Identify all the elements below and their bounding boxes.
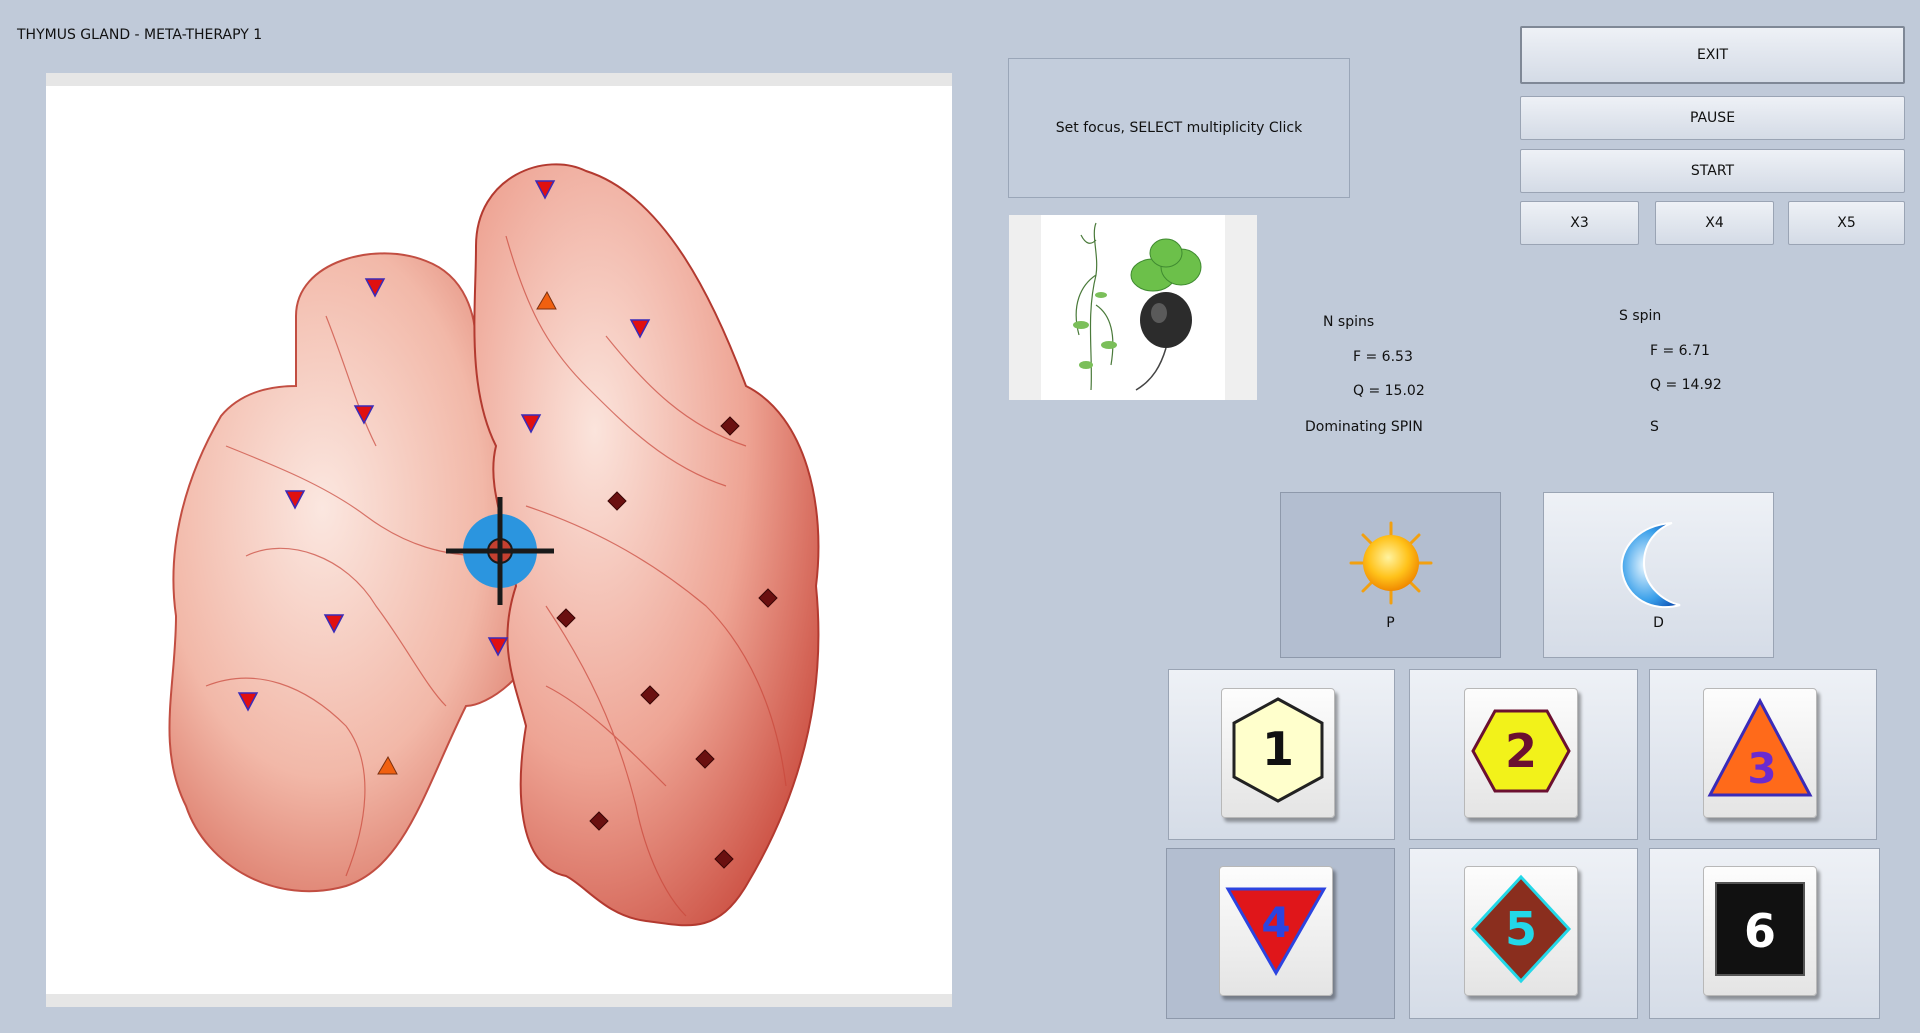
level-1-button[interactable]: 1 [1168, 669, 1395, 840]
s-spin-title: S spin [1619, 308, 1662, 324]
dominating-spin-label: Dominating SPIN [1305, 419, 1423, 435]
s-spin-q: Q = 14.92 [1650, 377, 1722, 393]
level-3-icon: 3 [1703, 688, 1817, 818]
svg-text:2: 2 [1505, 724, 1537, 778]
svg-text:1: 1 [1262, 722, 1294, 776]
window-title: THYMUS GLAND - META-THERAPY 1 [17, 27, 263, 43]
level-3-button[interactable]: 3 [1649, 669, 1877, 840]
n-spins-q: Q = 15.02 [1353, 383, 1425, 399]
level-5-icon: 5 [1464, 866, 1578, 996]
mode-d-button[interactable]: D [1543, 492, 1774, 658]
svg-text:6: 6 [1744, 904, 1776, 958]
n-spins-title: N spins [1323, 314, 1375, 330]
start-button[interactable]: START [1520, 149, 1905, 193]
svg-text:3: 3 [1747, 744, 1776, 793]
svg-text:5: 5 [1505, 902, 1537, 956]
thymus-illustration [168, 163, 820, 927]
mode-p-label: P [1386, 615, 1395, 631]
remedy-image [1009, 215, 1257, 400]
mode-p-button[interactable]: P [1280, 492, 1501, 658]
moon-icon [1620, 522, 1681, 609]
level-5-button[interactable]: 5 [1409, 848, 1638, 1019]
dominating-spin-value: S [1650, 419, 1659, 435]
mode-d-label: D [1653, 615, 1664, 631]
n-spins-f: F = 6.53 [1353, 349, 1413, 365]
level-6-button[interactable]: 6 [1649, 848, 1880, 1019]
svg-text:4: 4 [1261, 898, 1290, 947]
level-6-icon: 6 [1703, 866, 1817, 996]
x5-button[interactable]: X5 [1788, 201, 1905, 245]
level-4-icon: 4 [1219, 866, 1333, 996]
instruction-text: Set focus, SELECT multiplicity Click [1055, 120, 1303, 136]
level-1-icon: 1 [1221, 688, 1335, 818]
pause-button[interactable]: PAUSE [1520, 96, 1905, 140]
radish-plant-icon [1073, 222, 1202, 391]
level-2-button[interactable]: 2 [1409, 669, 1638, 840]
x4-button[interactable]: X4 [1655, 201, 1774, 245]
organ-image-panel[interactable] [46, 73, 952, 1007]
sun-icon [1349, 521, 1433, 605]
x3-button[interactable]: X3 [1520, 201, 1639, 245]
s-spin-f: F = 6.71 [1650, 343, 1710, 359]
exit-button[interactable]: EXIT [1520, 26, 1905, 84]
instruction-message: Set focus, SELECT multiplicity Click [1008, 58, 1350, 198]
level-4-button[interactable]: 4 [1166, 848, 1395, 1019]
level-2-icon: 2 [1464, 688, 1578, 818]
